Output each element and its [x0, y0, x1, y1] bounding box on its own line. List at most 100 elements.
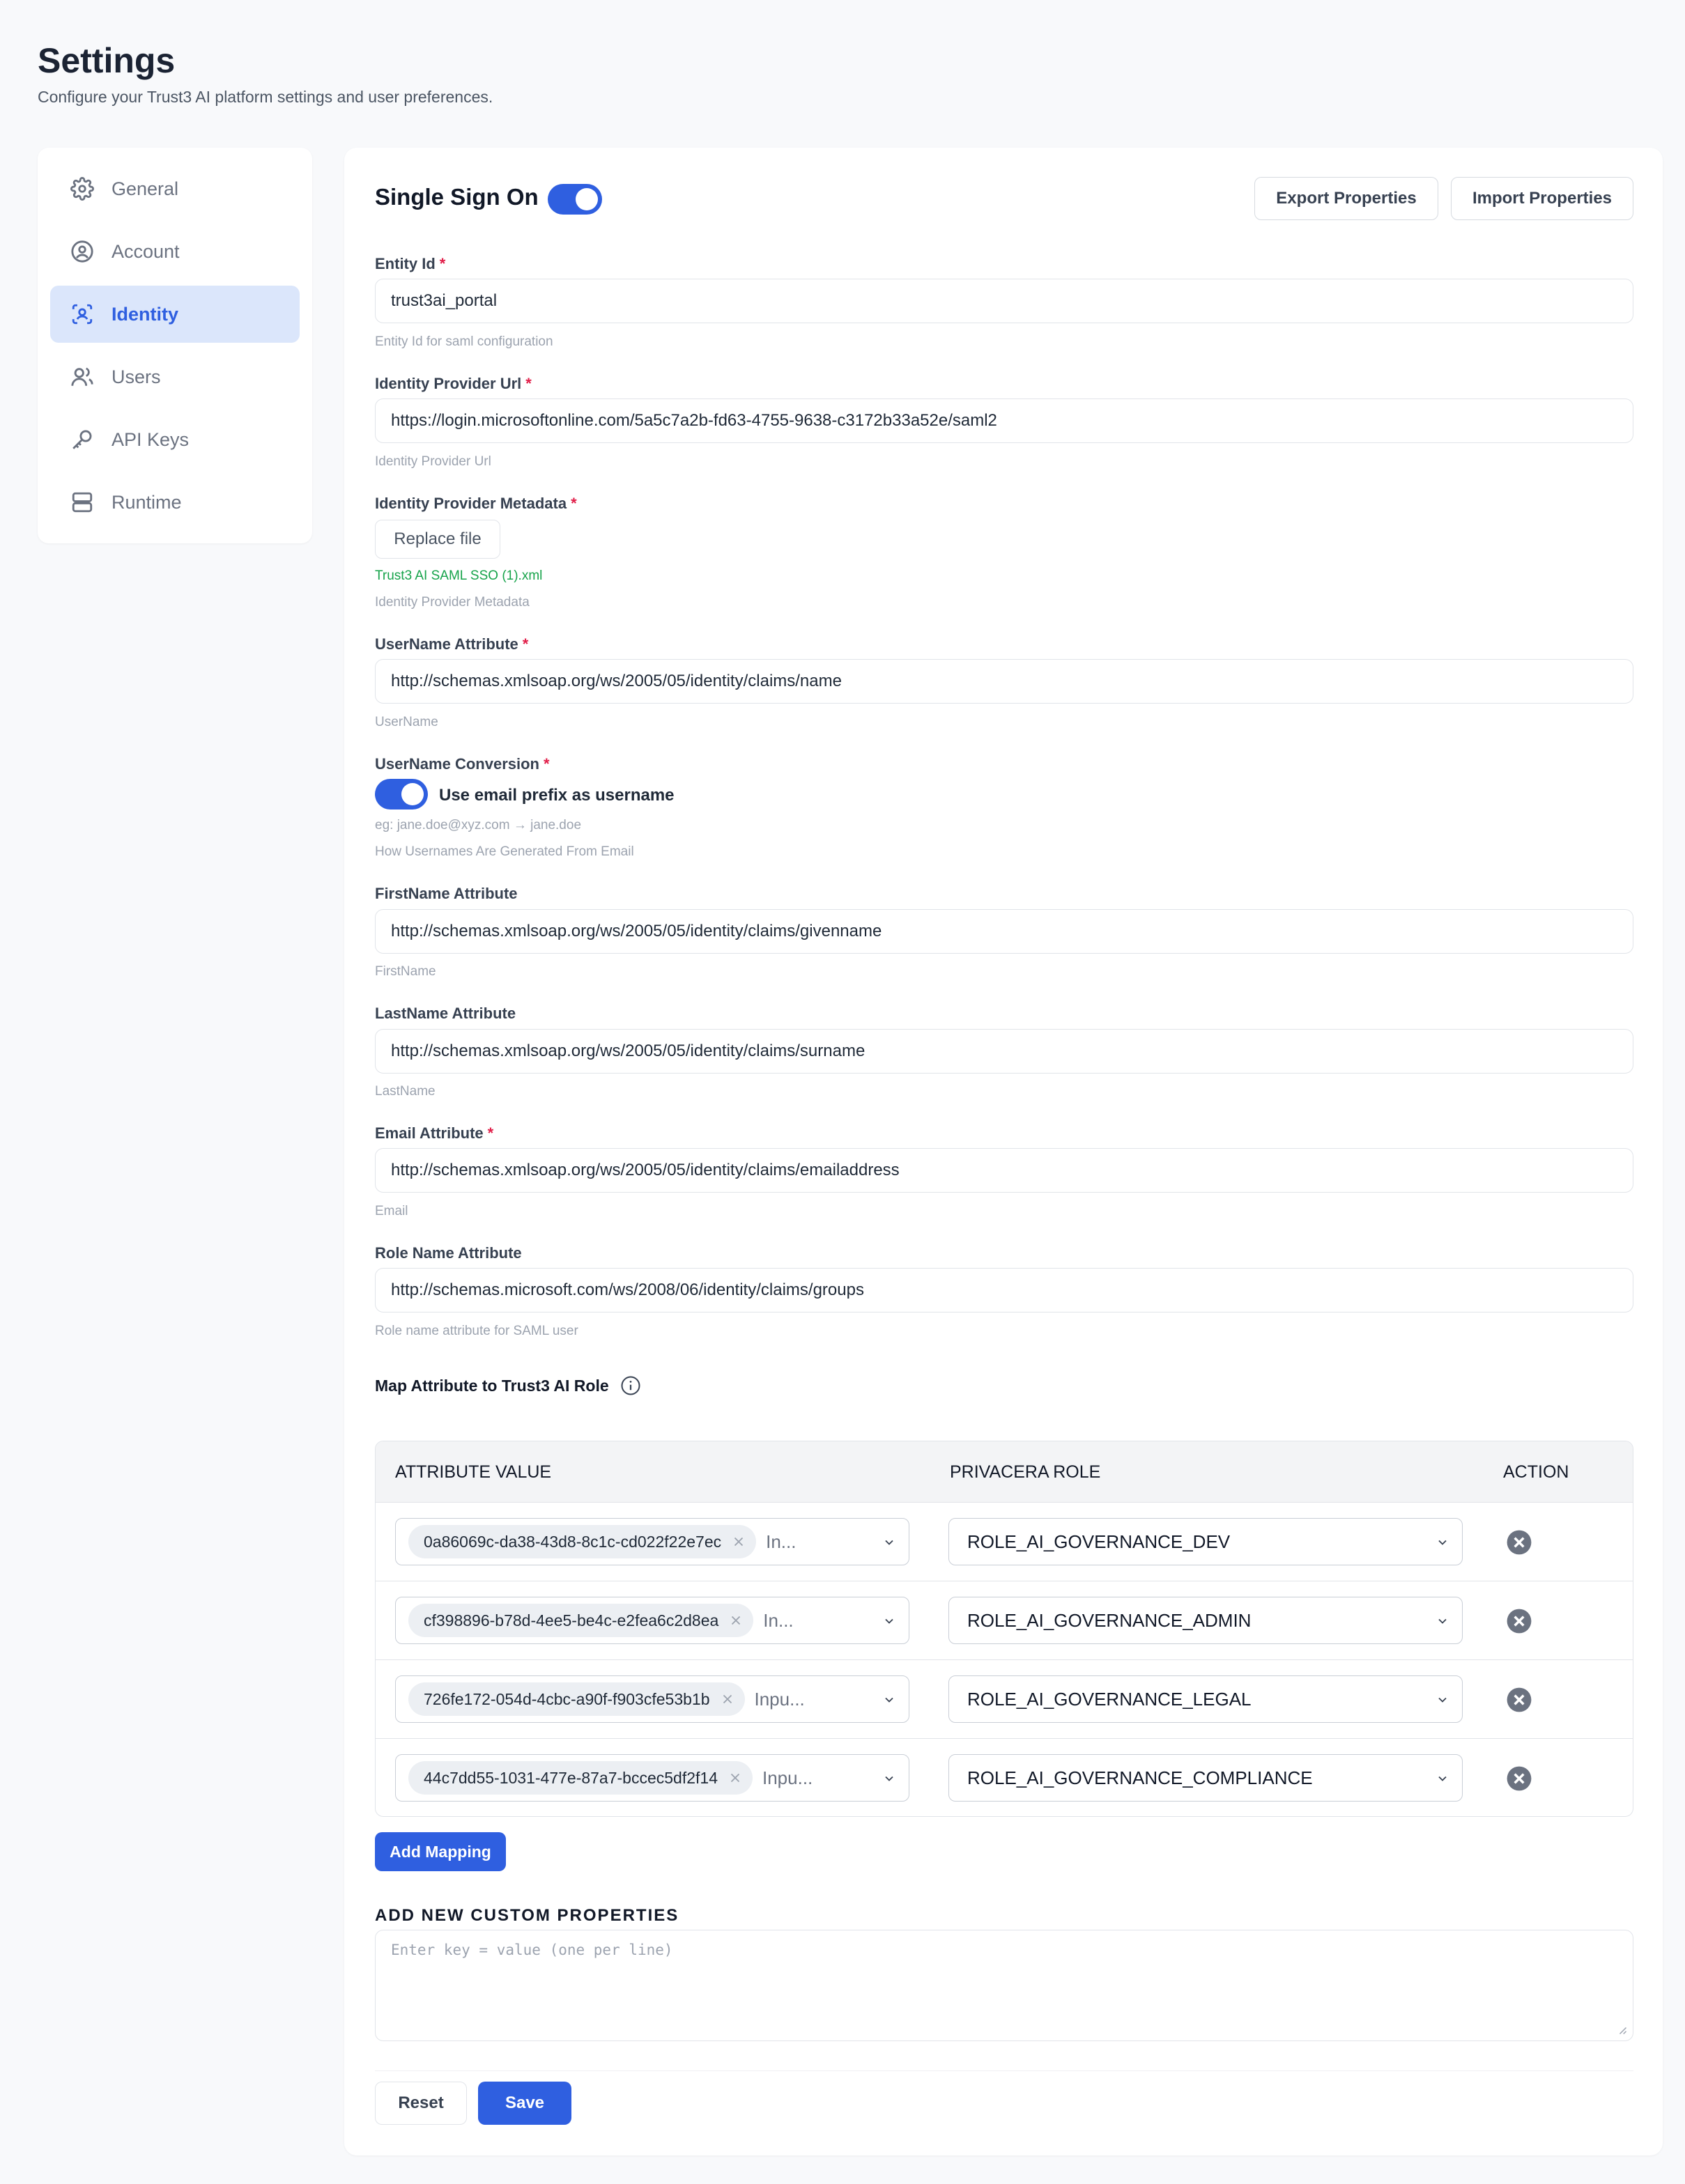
- sidebar-item-runtime[interactable]: Runtime: [50, 474, 300, 531]
- chevron-down-icon[interactable]: [1436, 1614, 1449, 1628]
- chevron-down-icon[interactable]: [1436, 1693, 1449, 1707]
- email-attr-input[interactable]: http://schemas.xmlsoap.org/ws/2005/05/id…: [375, 1148, 1633, 1193]
- remove-tag-icon[interactable]: [731, 1534, 746, 1549]
- sidebar-item-label: General: [111, 178, 179, 199]
- save-button[interactable]: Save: [478, 2082, 571, 2125]
- reset-button[interactable]: Reset: [375, 2082, 467, 2125]
- gear-icon: [70, 176, 95, 201]
- sidebar-item-label: Users: [111, 366, 161, 387]
- chevron-down-icon[interactable]: [882, 1772, 896, 1786]
- lastname-attr-label: LastName Attribute: [375, 1005, 516, 1022]
- column-header-attribute-value: ATTRIBUTE VALUE: [395, 1462, 552, 1482]
- idp-url-input[interactable]: https://login.microsoftonline.com/5a5c7a…: [375, 398, 1633, 443]
- username-conversion-label: UserName Conversion *: [375, 755, 550, 773]
- attribute-value-select[interactable]: cf398896-b78d-4ee5-be4c-e2fea6c2d8ea In.…: [395, 1597, 909, 1644]
- chevron-down-icon[interactable]: [1436, 1772, 1449, 1786]
- custom-properties-placeholder: Enter key = value (one per line): [391, 1942, 673, 1958]
- delete-mapping-icon[interactable]: [1506, 1529, 1532, 1556]
- email-prefix-toggle-label: Use email prefix as username: [439, 786, 675, 805]
- map-attribute-title-text: Map Attribute to Trust3 AI Role: [375, 1376, 609, 1395]
- chevron-down-icon[interactable]: [882, 1693, 896, 1707]
- resize-handle-icon[interactable]: [1615, 2022, 1627, 2035]
- sidebar-item-identity[interactable]: Identity: [50, 286, 300, 343]
- firstname-attr-input[interactable]: http://schemas.xmlsoap.org/ws/2005/05/id…: [375, 909, 1633, 954]
- lastname-attr-help: LastName: [375, 1084, 436, 1099]
- delete-mapping-icon[interactable]: [1506, 1608, 1532, 1634]
- email-attr-label: Email Attribute *: [375, 1124, 494, 1142]
- sidebar-item-users[interactable]: Users: [50, 348, 300, 405]
- attribute-value-select[interactable]: 726fe172-054d-4cbc-a90f-f903cfe53b1b Inp…: [395, 1675, 909, 1723]
- sidebar-item-label: Account: [111, 240, 180, 262]
- info-icon[interactable]: [620, 1375, 641, 1396]
- attribute-value-select[interactable]: 0a86069c-da38-43d8-8c1c-cd022f22e7ec In.…: [395, 1518, 909, 1565]
- sidebar-item-label: Runtime: [111, 491, 182, 513]
- footer-divider: [375, 2070, 1633, 2071]
- role-value: ROLE_AI_GOVERNANCE_DEV: [967, 1531, 1231, 1552]
- import-properties-button[interactable]: Import Properties: [1451, 177, 1633, 220]
- sso-toggle[interactable]: [548, 184, 602, 215]
- username-conversion-help: How Usernames Are Generated From Email: [375, 844, 634, 859]
- map-attribute-title: Map Attribute to Trust3 AI Role: [375, 1375, 641, 1396]
- privacera-role-select[interactable]: ROLE_AI_GOVERNANCE_LEGAL: [948, 1675, 1463, 1723]
- attribute-input-placeholder[interactable]: In...: [763, 1610, 793, 1632]
- entity-id-help: Entity Id for saml configuration: [375, 334, 553, 349]
- email-attr-help: Email: [375, 1204, 408, 1218]
- entity-id-input[interactable]: trust3ai_portal: [375, 279, 1633, 323]
- custom-properties-title: ADD NEW CUSTOM PROPERTIES: [375, 1906, 679, 1925]
- page-subtitle: Configure your Trust3 AI platform settin…: [38, 88, 493, 106]
- role-mapping-table: ATTRIBUTE VALUE PRIVACERA ROLE ACTION 0a…: [375, 1441, 1633, 1817]
- export-properties-button[interactable]: Export Properties: [1254, 177, 1438, 220]
- attribute-input-placeholder[interactable]: Inpu...: [755, 1689, 805, 1710]
- tag-label: cf398896-b78d-4ee5-be4c-e2fea6c2d8ea: [424, 1611, 719, 1629]
- username-conversion-example: eg: jane.doe@xyz.com → jane.doe: [375, 818, 582, 832]
- tag-label: 726fe172-054d-4cbc-a90f-f903cfe53b1b: [424, 1689, 710, 1708]
- sidebar-item-label: API Keys: [111, 428, 190, 450]
- table-row: 726fe172-054d-4cbc-a90f-f903cfe53b1b Inp…: [376, 1660, 1633, 1739]
- tag-label: 0a86069c-da38-43d8-8c1c-cd022f22e7ec: [424, 1532, 722, 1551]
- idp-url-label: Identity Provider Url *: [375, 375, 532, 392]
- privacera-role-select[interactable]: ROLE_AI_GOVERNANCE_ADMIN: [948, 1597, 1463, 1644]
- idp-metadata-help: Identity Provider Metadata: [375, 595, 530, 610]
- delete-mapping-icon[interactable]: [1506, 1765, 1532, 1792]
- entity-id-label: Entity Id *: [375, 255, 446, 272]
- sidebar-item-api-keys[interactable]: API Keys: [50, 411, 300, 468]
- chevron-down-icon[interactable]: [882, 1614, 896, 1628]
- replace-file-button[interactable]: Replace file: [375, 520, 500, 559]
- remove-tag-icon[interactable]: [720, 1691, 735, 1707]
- remove-tag-icon[interactable]: [728, 1770, 743, 1786]
- remove-tag-icon[interactable]: [728, 1613, 744, 1628]
- table-row: 44c7dd55-1031-477e-87a7-bccec5df2f14 Inp…: [376, 1739, 1633, 1816]
- username-attr-input[interactable]: http://schemas.xmlsoap.org/ws/2005/05/id…: [375, 659, 1633, 704]
- table-row: 0a86069c-da38-43d8-8c1c-cd022f22e7ec In.…: [376, 1503, 1633, 1581]
- toggle-knob: [576, 188, 598, 210]
- attribute-value-select[interactable]: 44c7dd55-1031-477e-87a7-bccec5df2f14 Inp…: [395, 1754, 909, 1802]
- tag-label: 44c7dd55-1031-477e-87a7-bccec5df2f14: [424, 1768, 718, 1787]
- table-header: ATTRIBUTE VALUE PRIVACERA ROLE ACTION: [376, 1441, 1633, 1503]
- sidebar-item-account[interactable]: Account: [50, 223, 300, 280]
- privacera-role-select[interactable]: ROLE_AI_GOVERNANCE_DEV: [948, 1518, 1463, 1565]
- identity-scan-icon: [70, 302, 95, 327]
- users-icon: [70, 364, 95, 389]
- sidebar-item-general[interactable]: General: [50, 160, 300, 217]
- table-row: cf398896-b78d-4ee5-be4c-e2fea6c2d8ea In.…: [376, 1581, 1633, 1660]
- chevron-down-icon[interactable]: [882, 1535, 896, 1549]
- firstname-attr-label: FirstName Attribute: [375, 885, 518, 902]
- lastname-attr-input[interactable]: http://schemas.xmlsoap.org/ws/2005/05/id…: [375, 1029, 1633, 1074]
- attribute-input-placeholder[interactable]: In...: [766, 1531, 796, 1553]
- privacera-role-select[interactable]: ROLE_AI_GOVERNANCE_COMPLIANCE: [948, 1754, 1463, 1802]
- username-attr-help: UserName: [375, 715, 438, 729]
- attribute-tag: 44c7dd55-1031-477e-87a7-bccec5df2f14: [408, 1761, 753, 1795]
- attribute-input-placeholder[interactable]: Inpu...: [762, 1767, 813, 1789]
- role-attr-input[interactable]: http://schemas.microsoft.com/ws/2008/06/…: [375, 1268, 1633, 1312]
- email-prefix-toggle[interactable]: [375, 779, 428, 810]
- add-mapping-button[interactable]: Add Mapping: [375, 1832, 506, 1871]
- user-circle-icon: [70, 239, 95, 264]
- page-title: Settings: [38, 41, 176, 80]
- delete-mapping-icon[interactable]: [1506, 1687, 1532, 1713]
- idp-metadata-label: Identity Provider Metadata *: [375, 495, 577, 512]
- chevron-down-icon[interactable]: [1436, 1535, 1449, 1549]
- sidebar-item-label: Identity: [111, 303, 179, 325]
- custom-properties-textarea[interactable]: Enter key = value (one per line): [375, 1930, 1633, 2041]
- column-header-privacera-role: PRIVACERA ROLE: [950, 1462, 1101, 1482]
- identity-settings-card: Single Sign On Export Properties Import …: [344, 148, 1663, 2155]
